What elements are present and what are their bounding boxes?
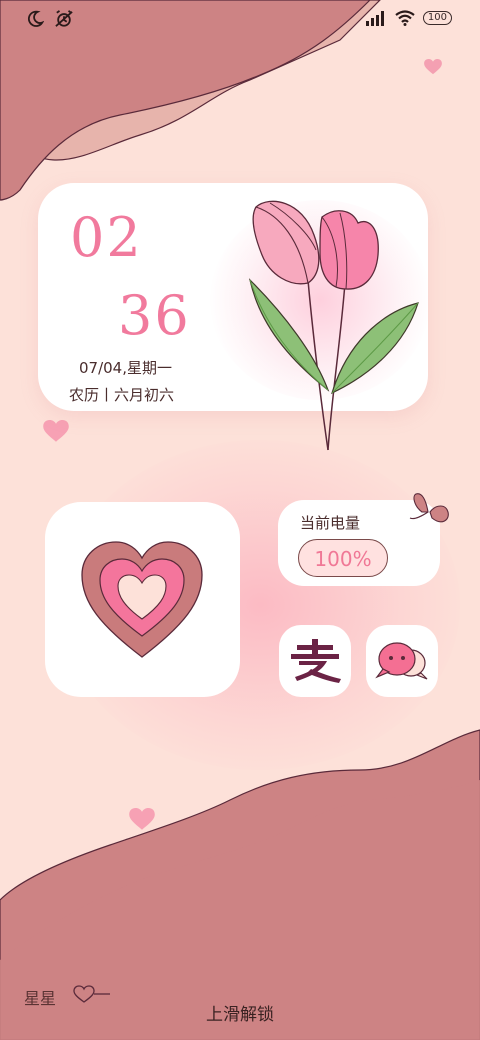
clock-minute: 36	[118, 284, 191, 347]
alarm-off-icon	[55, 10, 73, 27]
battery-percentage: 100%	[298, 539, 388, 577]
battery-widget-title: 当前电量	[300, 514, 361, 532]
alipay-icon	[291, 639, 341, 683]
status-bar-left	[26, 10, 74, 28]
status-bar-right: 100	[365, 10, 452, 26]
tulip-illustration	[248, 200, 419, 451]
moon-icon	[27, 10, 44, 27]
clock-lunar-date: 农历丨六月初六	[69, 386, 175, 404]
message-app-button[interactable]	[366, 625, 438, 697]
heart-decoration-icon	[43, 420, 69, 442]
heart-decoration-icon	[129, 808, 155, 830]
heart-decoration-icon	[424, 59, 442, 75]
butterfly-icon	[409, 493, 449, 523]
swipe-up-unlock-hint[interactable]: 上滑解锁	[0, 1000, 480, 1025]
clock-hour: 02	[70, 206, 143, 269]
signal-icon	[365, 11, 384, 26]
clock-date: 07/04,星期一	[79, 359, 172, 377]
wifi-icon	[395, 10, 415, 26]
layered-heart-icon	[81, 541, 203, 658]
alipay-app-button[interactable]	[279, 625, 351, 697]
chat-bubble-icon	[375, 642, 428, 680]
battery-icon: 100	[422, 11, 452, 25]
